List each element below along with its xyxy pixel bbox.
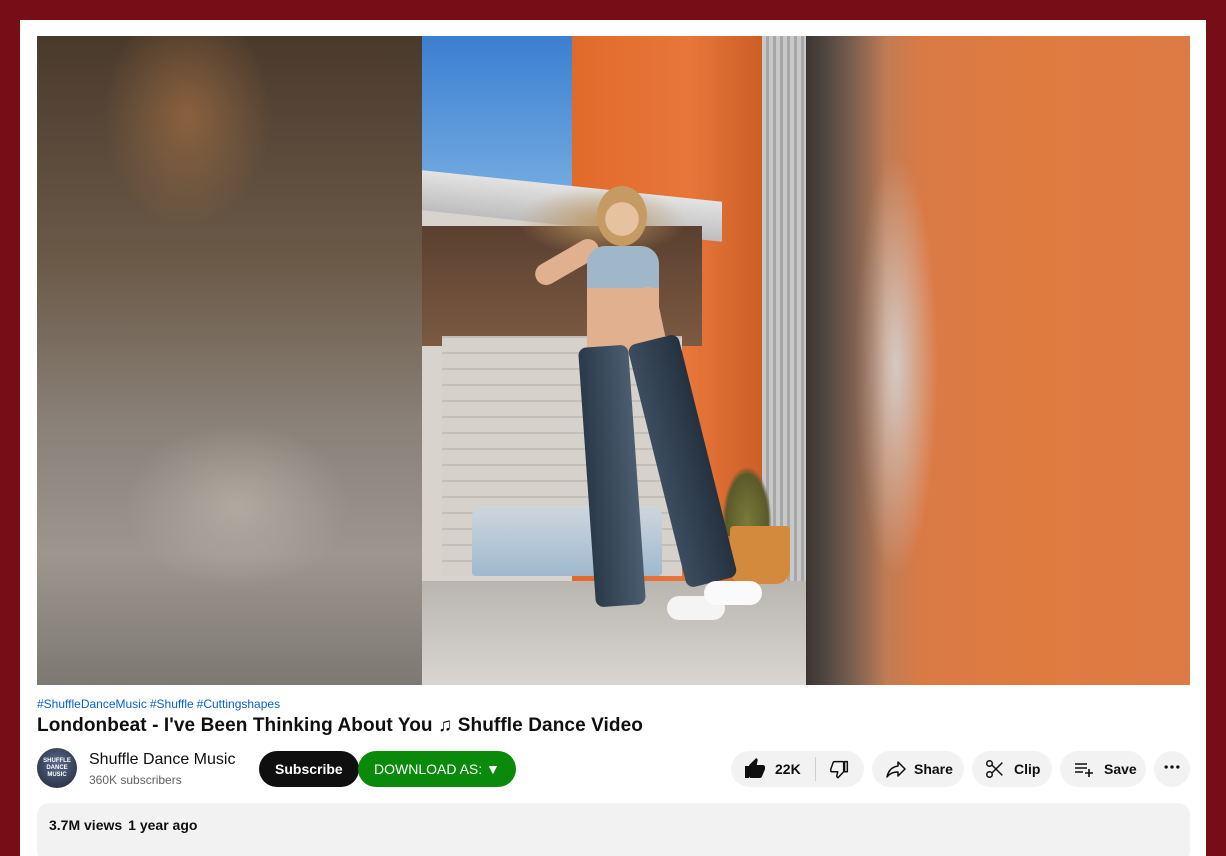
share-arrow-icon bbox=[884, 757, 908, 781]
playlist-add-icon bbox=[1072, 757, 1096, 781]
thumbs-up-icon bbox=[743, 757, 767, 781]
video-player[interactable] bbox=[37, 36, 1190, 685]
video-blur-left bbox=[37, 36, 422, 685]
watch-page: #ShuffleDanceMusic #Shuffle #Cuttingshapes… bbox=[20, 20, 1206, 856]
dislike-button[interactable] bbox=[816, 751, 851, 787]
like-button[interactable]: 22K bbox=[731, 751, 801, 787]
clip-label: Clip bbox=[1014, 761, 1041, 777]
download-button[interactable]: DOWNLOAD AS: ▼ bbox=[358, 751, 516, 787]
hashtag-link[interactable]: #ShuffleDanceMusic bbox=[37, 697, 147, 711]
save-label: Save bbox=[1104, 761, 1137, 777]
channel-name[interactable]: Shuffle Dance Music bbox=[89, 751, 235, 769]
avatar-logo-text: SHUFFLE DANCE MUSIC bbox=[43, 757, 71, 778]
save-button[interactable]: Save bbox=[1060, 751, 1146, 787]
video-title: Londonbeat - I've Been Thinking About Yo… bbox=[37, 715, 644, 736]
view-date-info: 3.7M views 1 year ago bbox=[49, 817, 203, 833]
more-horizontal-icon bbox=[1162, 757, 1182, 782]
subscriber-count: 360K subscribers bbox=[89, 773, 182, 787]
clip-button[interactable]: Clip bbox=[972, 751, 1052, 787]
description-box[interactable]: 3.7M views 1 year ago bbox=[37, 803, 1190, 856]
more-actions-button[interactable] bbox=[1154, 751, 1190, 787]
subscribe-button[interactable]: Subscribe bbox=[259, 751, 359, 787]
hashtag-list: #ShuffleDanceMusic #Shuffle #Cuttingshapes bbox=[37, 697, 283, 711]
video-frame bbox=[422, 36, 806, 685]
hashtag-link[interactable]: #Shuffle bbox=[150, 697, 194, 711]
thumbs-down-icon bbox=[829, 758, 851, 780]
view-count: 3.7M views bbox=[49, 817, 123, 833]
hashtag-link[interactable]: #Cuttingshapes bbox=[197, 697, 280, 711]
channel-actions-row: SHUFFLE DANCE MUSIC Shuffle Dance Music … bbox=[37, 748, 1190, 790]
share-button[interactable]: Share bbox=[872, 751, 964, 787]
share-label: Share bbox=[914, 761, 953, 777]
scissors-icon bbox=[984, 758, 1006, 780]
like-count: 22K bbox=[775, 761, 801, 777]
channel-avatar[interactable]: SHUFFLE DANCE MUSIC bbox=[37, 748, 77, 788]
video-blur-right bbox=[806, 36, 1190, 685]
like-dislike-group: 22K bbox=[731, 751, 864, 787]
publish-date: 1 year ago bbox=[128, 817, 198, 833]
